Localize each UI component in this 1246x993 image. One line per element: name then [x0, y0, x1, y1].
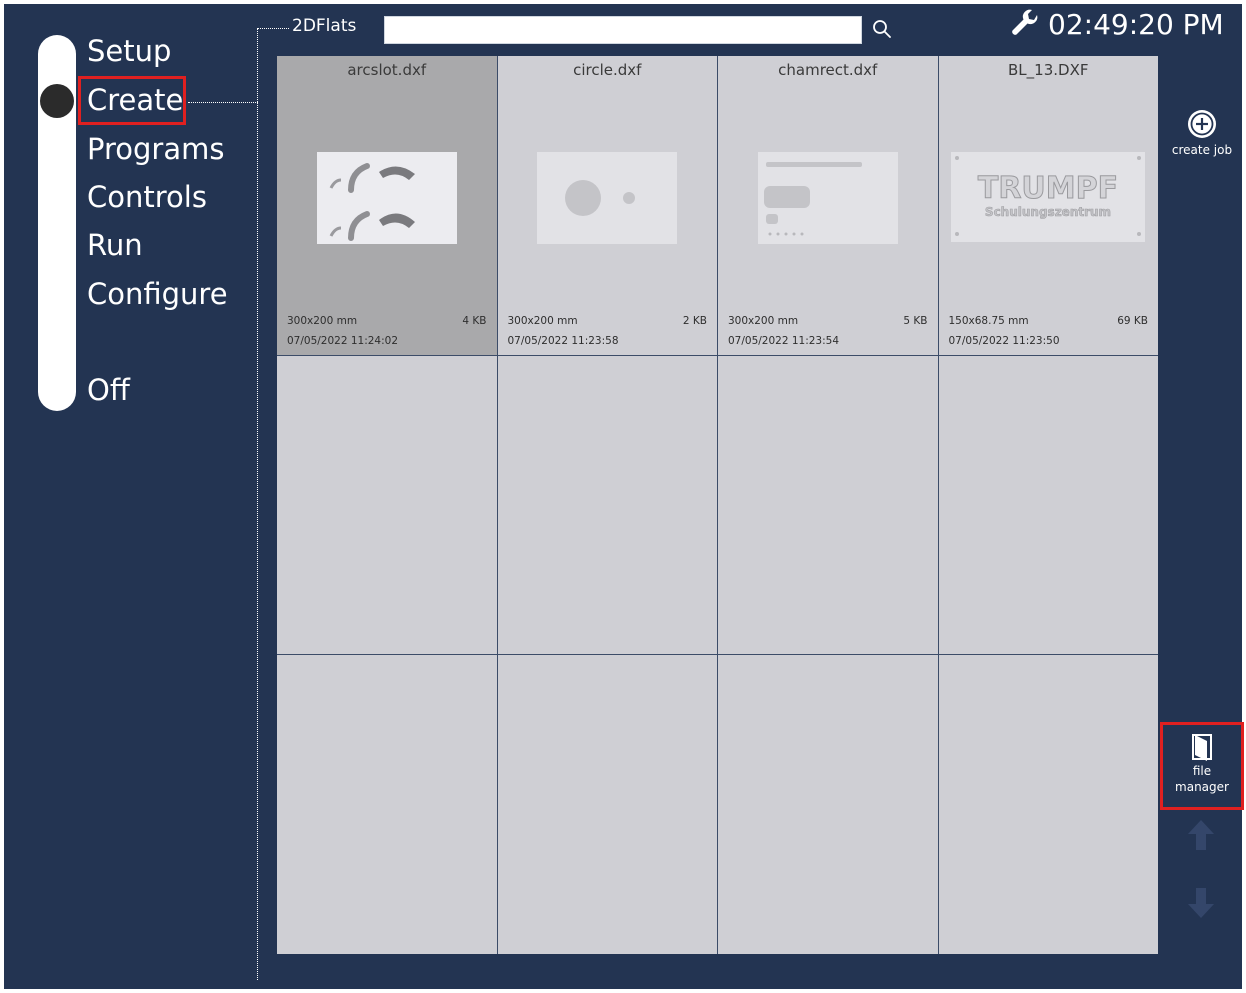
arrow-down-icon[interactable] — [1186, 886, 1216, 920]
file-thumbnail — [316, 152, 457, 244]
empty-tile — [497, 655, 717, 954]
file-grid: arcslot.dxf 300x200 mm 4 KB 07/05/2022 1… — [277, 56, 1158, 954]
connector-line — [188, 102, 258, 103]
create-job-button[interactable]: create job — [1166, 108, 1238, 157]
search-icon[interactable] — [870, 17, 894, 41]
empty-tile — [277, 355, 497, 655]
file-name: arcslot.dxf — [347, 61, 427, 79]
empty-tile — [497, 355, 717, 655]
file-size: 4 KB — [462, 315, 487, 327]
nav-item-configure[interactable]: Configure — [87, 276, 228, 312]
file-size: 5 KB — [903, 315, 928, 327]
empty-tile — [718, 355, 938, 655]
nav-item-controls[interactable]: Controls — [87, 179, 207, 215]
empty-tile — [718, 655, 938, 954]
file-tile-arcslot[interactable]: arcslot.dxf 300x200 mm 4 KB 07/05/2022 1… — [277, 56, 497, 355]
file-thumbnail — [757, 152, 898, 244]
empty-tile — [938, 655, 1158, 954]
empty-tile — [938, 355, 1158, 655]
folder-connector-line — [257, 28, 289, 29]
nav-selection-indicator — [40, 84, 74, 118]
file-tile-bl13[interactable]: BL_13.DXF TRUMPF Schulungszentrum 150x68… — [938, 56, 1158, 355]
file-size: 69 KB — [1117, 315, 1148, 327]
file-date: 07/05/2022 11:24:02 — [287, 335, 399, 347]
file-dimensions: 300x200 mm — [728, 315, 799, 327]
empty-tile — [277, 655, 497, 954]
thumbnail-subtitle: Schulungszentrum — [985, 205, 1111, 219]
file-name: chamrect.dxf — [778, 61, 878, 79]
clock: 02:49:20 PM — [1010, 6, 1224, 42]
search-input[interactable] — [384, 16, 862, 44]
file-thumbnail: TRUMPF Schulungszentrum — [951, 152, 1146, 242]
file-tile-chamrect[interactable]: chamrect.dxf 300x200 mm 5 KB 07/05/2022 … — [718, 56, 938, 355]
thumbnail-brand: TRUMPF — [978, 171, 1118, 206]
door-icon — [1192, 734, 1212, 761]
arrow-up-icon[interactable] — [1186, 818, 1216, 852]
nav-item-programs[interactable]: Programs — [87, 131, 224, 167]
wrench-icon[interactable] — [1010, 9, 1040, 39]
folder-name[interactable]: 2DFlats — [292, 16, 356, 36]
nav-item-setup[interactable]: Setup — [87, 33, 171, 69]
file-date: 07/05/2022 11:23:58 — [507, 335, 619, 347]
file-size: 2 KB — [682, 315, 707, 327]
file-dimensions: 300x200 mm — [507, 315, 578, 327]
file-manager-label-1: file — [1192, 764, 1212, 778]
file-date: 07/05/2022 11:23:50 — [948, 335, 1060, 347]
tree-line — [257, 28, 258, 980]
nav-item-off[interactable]: Off — [87, 372, 130, 408]
clock-time: 02:49:20 PM — [1048, 7, 1224, 41]
create-highlight-box — [78, 76, 186, 125]
file-dimensions: 300x200 mm — [287, 315, 358, 327]
file-dimensions: 150x68.75 mm — [948, 315, 1029, 327]
file-tile-circle[interactable]: circle.dxf 300x200 mm 2 KB 07/05/2022 11… — [497, 56, 717, 355]
file-date: 07/05/2022 11:23:54 — [728, 335, 840, 347]
nav-item-run[interactable]: Run — [87, 227, 143, 263]
file-name: circle.dxf — [573, 61, 642, 79]
create-job-label: create job — [1171, 143, 1233, 157]
file-name: BL_13.DXF — [1008, 61, 1089, 79]
plus-circle-icon — [1188, 110, 1216, 138]
file-manager-button[interactable]: file manager — [1160, 722, 1244, 810]
file-thumbnail — [537, 152, 678, 244]
file-manager-label-2: manager — [1175, 780, 1229, 794]
